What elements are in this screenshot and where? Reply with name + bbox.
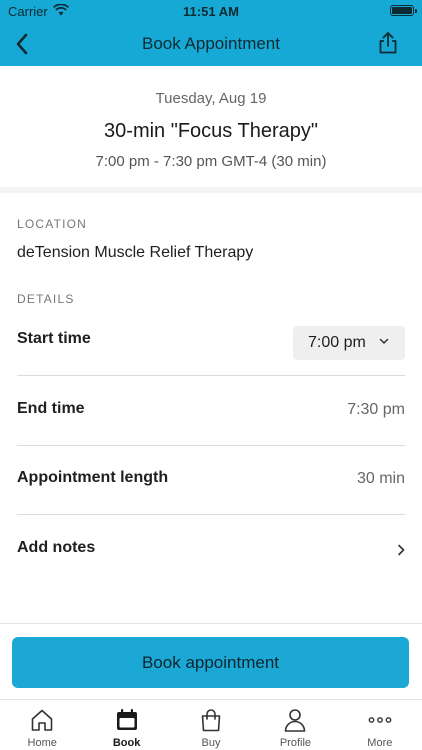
chevron-down-icon [379, 338, 389, 344]
status-time: 11:51 AM [183, 4, 239, 19]
tab-more-label: More [367, 737, 393, 749]
calendar-icon [114, 707, 140, 733]
chevron-left-icon [16, 33, 28, 55]
tab-book[interactable]: Book [84, 700, 168, 750]
appointment-time-range: 7:00 pm - 7:30 pm GMT-4 (30 min) [95, 153, 327, 170]
tab-home[interactable]: Home [0, 700, 84, 750]
tab-bar: Home Book Buy Profile More [0, 699, 422, 750]
appointment-summary: Tuesday, Aug 19 30-min "Focus Therapy" 7… [0, 66, 422, 187]
book-appointment-button[interactable]: Book appointment [12, 637, 409, 688]
section-divider [0, 187, 422, 193]
end-time-value: 7:30 pm [347, 401, 405, 418]
end-time-label: End time [17, 400, 85, 417]
tab-book-label: Book [112, 737, 141, 749]
end-time-row: End time 7:30 pm [17, 376, 405, 446]
shopping-bag-icon [198, 707, 224, 733]
share-icon [379, 32, 397, 54]
location-section-label: LOCATION [17, 217, 88, 231]
start-time-select[interactable]: 7:00 pm [293, 326, 405, 360]
nav-bar: Book Appointment [0, 22, 422, 66]
appointment-length-row: Appointment length 30 min [17, 445, 405, 515]
status-bar: Carrier 11:51 AM [0, 0, 422, 22]
add-notes-label: Add notes [17, 539, 96, 556]
chevron-right-icon [398, 544, 405, 556]
home-icon [29, 707, 55, 733]
tab-more[interactable]: More [338, 700, 422, 750]
footer-divider [0, 623, 422, 624]
appointment-length-label: Appointment length [17, 469, 169, 486]
start-time-label: Start time [17, 330, 91, 347]
back-button[interactable] [10, 32, 34, 56]
person-icon [282, 707, 308, 733]
tab-buy-label: Buy [201, 737, 221, 749]
battery-icon [390, 5, 417, 16]
share-button[interactable] [376, 31, 400, 55]
tab-profile[interactable]: Profile [253, 700, 337, 750]
page-title: Book Appointment [142, 34, 280, 53]
location-name: deTension Muscle Relief Therapy [17, 244, 254, 261]
add-notes-row[interactable]: Add notes [17, 515, 405, 585]
start-time-row: Start time 7:00 pm [17, 306, 405, 376]
appointment-length-value: 30 min [356, 470, 405, 487]
tab-home-label: Home [27, 737, 57, 749]
tab-buy[interactable]: Buy [169, 700, 253, 750]
appointment-date: Tuesday, Aug 19 [155, 90, 267, 107]
tab-profile-label: Profile [279, 737, 312, 749]
header: Carrier 11:51 AM Book Appointment [0, 0, 422, 66]
start-time-value: 7:00 pm [308, 334, 366, 351]
more-dots-icon [367, 707, 393, 733]
details-section-label: DETAILS [17, 292, 75, 306]
appointment-title: 30-min "Focus Therapy" [104, 120, 318, 142]
